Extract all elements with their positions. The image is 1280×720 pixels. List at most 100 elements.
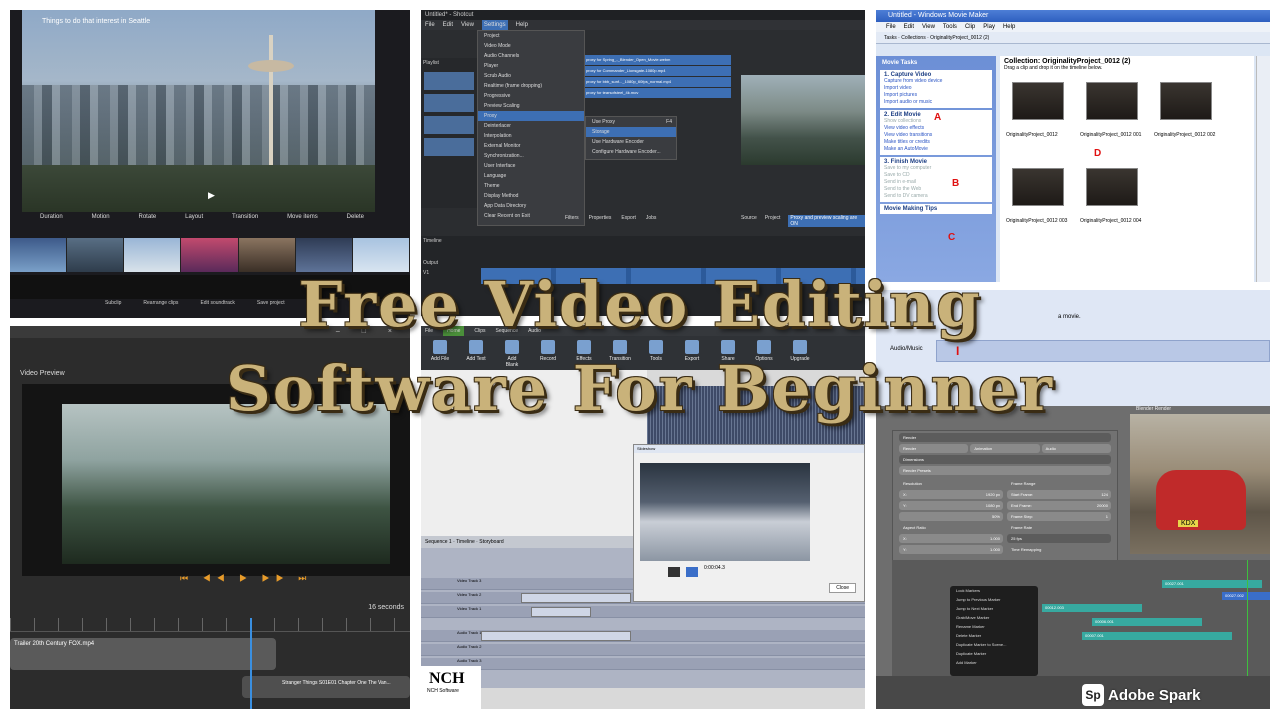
menu-play[interactable]: Play xyxy=(983,22,995,32)
menu-item[interactable]: Audio Channels xyxy=(478,51,584,61)
frame-step-field[interactable]: Frame Step: 1 xyxy=(1007,512,1111,521)
menu-item[interactable]: Scrub Audio xyxy=(478,71,584,81)
menu-item[interactable]: Project xyxy=(478,31,584,41)
menu-item[interactable]: Display Method xyxy=(478,191,584,201)
tool-duration[interactable]: Duration xyxy=(40,214,63,236)
seq-strip[interactable]: 00012.003 xyxy=(1042,604,1142,612)
playlist-item[interactable] xyxy=(424,94,474,112)
task-link[interactable]: Import pictures xyxy=(884,92,988,99)
menu-item[interactable]: User Interface xyxy=(478,161,584,171)
menu-item[interactable]: Progressive xyxy=(478,91,584,101)
menu-item[interactable]: Player xyxy=(478,61,584,71)
menu-item[interactable]: Interpolation xyxy=(478,131,584,141)
job-row[interactable]: Make proxy for tearsofsteel_4k.mov xyxy=(571,88,731,98)
clip-thumb[interactable] xyxy=(10,238,68,272)
menu-item[interactable]: Jump to Next Marker xyxy=(950,604,1038,613)
menu-edit[interactable]: Edit xyxy=(904,22,914,32)
tab-source[interactable]: Source xyxy=(741,215,757,227)
fps-select[interactable]: 25 fps xyxy=(1007,534,1111,543)
menu-item[interactable]: Grab/Move Marker xyxy=(950,613,1038,622)
clip-thumbnail[interactable] xyxy=(1086,82,1138,120)
time-ruler[interactable] xyxy=(10,618,410,632)
collection-select[interactable]: OriginalityProject_0012 (2) xyxy=(930,35,989,41)
menu-item[interactable]: Delete Marker xyxy=(950,631,1038,640)
track-row[interactable]: Video Track 1 xyxy=(421,606,865,618)
tool-motion[interactable]: Motion xyxy=(92,214,110,236)
job-row[interactable]: Make proxy for Spring_-_Blender_Open_Mov… xyxy=(571,55,731,65)
timeline-clip[interactable] xyxy=(481,631,631,641)
timeline-clip[interactable] xyxy=(521,593,631,603)
seq-strip[interactable]: 00027.002 xyxy=(1222,592,1270,600)
track-row[interactable]: Audio Track 3 xyxy=(421,658,865,670)
step-icon[interactable] xyxy=(686,567,698,577)
tool-rotate[interactable]: Rotate xyxy=(139,214,157,236)
res-y-field[interactable]: Y: 1080 px xyxy=(899,501,1003,510)
render-presets[interactable]: Render Presets xyxy=(899,466,1111,475)
menu-item[interactable]: Preview Scaling xyxy=(478,101,584,111)
menu-item[interactable]: Video Mode xyxy=(478,41,584,51)
seq-strip[interactable]: 00006.001 xyxy=(1092,618,1202,626)
tab-sequence-1[interactable]: Sequence 1 xyxy=(425,539,452,545)
menu-settings[interactable]: Settings xyxy=(481,20,508,30)
clip-thumb[interactable] xyxy=(238,238,296,272)
menu-item[interactable]: Language xyxy=(478,171,584,181)
menu-item-proxy[interactable]: Proxy xyxy=(478,111,584,121)
tab-jobs[interactable]: Jobs xyxy=(646,215,657,221)
configure-hw-encoder-item[interactable]: Configure Hardware Encoder... xyxy=(586,147,676,157)
menu-item[interactable]: Theme xyxy=(478,181,584,191)
timeline-clip[interactable]: Trailer 20th Century FOX.mp4 xyxy=(10,638,276,670)
tool-move-items[interactable]: Move items xyxy=(287,214,318,236)
tips-title[interactable]: Movie Making Tips xyxy=(884,206,988,212)
task-link[interactable]: Send to DV camera xyxy=(884,193,988,200)
menu-item[interactable]: Lock Markers xyxy=(950,586,1038,595)
tool-transition[interactable]: Transition xyxy=(232,214,258,236)
menu-item[interactable]: Synchronization... xyxy=(478,151,584,161)
clip-thumbnail[interactable] xyxy=(1012,82,1064,120)
playlist-item[interactable] xyxy=(424,116,474,134)
menu-file[interactable]: File xyxy=(886,22,896,32)
track-row[interactable]: Audio Track 2 xyxy=(421,644,865,656)
res-x-field[interactable]: X: 1920 px xyxy=(899,490,1003,499)
playhead[interactable] xyxy=(250,618,252,709)
tab-properties[interactable]: Properties xyxy=(589,215,612,221)
task-link[interactable]: Import video xyxy=(884,85,988,92)
transport-controls[interactable]: ⏮ ◀◀ ▶ ▶▶ ⏭ xyxy=(180,573,312,584)
menu-item[interactable]: Jump to Previous Marker xyxy=(950,595,1038,604)
timeline-clip[interactable] xyxy=(531,607,591,617)
job-row[interactable]: Make proxy for bbb_sunf..._1080p_60fps_n… xyxy=(571,77,731,87)
aspect-y-field[interactable]: Y: 1.000 xyxy=(899,545,1003,554)
task-link[interactable]: Save to CD xyxy=(884,172,988,179)
tab-project[interactable]: Project xyxy=(765,215,781,227)
menu-view[interactable]: View xyxy=(922,22,935,32)
use-proxy-item[interactable]: Use Proxy F4 xyxy=(586,117,676,127)
menu-item[interactable]: Add Marker xyxy=(950,658,1038,667)
scrollbar[interactable] xyxy=(1256,56,1270,282)
task-link[interactable]: Send to the Web xyxy=(884,186,988,193)
tab-storyboard[interactable]: Storyboard xyxy=(479,539,503,545)
playlist-item[interactable] xyxy=(424,72,474,90)
clip-strip[interactable] xyxy=(10,238,410,272)
clip-thumb[interactable] xyxy=(295,238,353,272)
menu-item[interactable]: External Monitor xyxy=(478,141,584,151)
task-link[interactable]: Capture from video device xyxy=(884,78,988,85)
menu-item[interactable]: Rename Marker xyxy=(950,622,1038,631)
tab-filters[interactable]: Filters xyxy=(565,215,579,221)
playhead[interactable] xyxy=(1247,560,1248,676)
menu-item[interactable]: Realtime (frame dropping) xyxy=(478,81,584,91)
clip-thumb[interactable] xyxy=(181,238,239,272)
pause-icon[interactable] xyxy=(668,567,680,577)
clip-thumb[interactable] xyxy=(124,238,182,272)
tab-render[interactable]: Render xyxy=(899,444,969,453)
menu-item[interactable]: App Data Directory xyxy=(478,201,584,211)
section-dimensions[interactable]: Dimensions xyxy=(899,455,1111,464)
collections-button[interactable]: Collections xyxy=(901,35,925,41)
task-link[interactable]: Import audio or music xyxy=(884,99,988,106)
play-icon[interactable]: ▶ xyxy=(208,190,215,201)
menu-tools[interactable]: Tools xyxy=(943,22,957,32)
storage-item[interactable]: Storage xyxy=(586,127,676,137)
tool-delete[interactable]: Delete xyxy=(347,214,364,236)
menu-help[interactable]: Help xyxy=(516,20,528,30)
tab-timeline[interactable]: Timeline xyxy=(456,539,475,545)
res-percent-field[interactable]: 50% xyxy=(899,512,1003,521)
timeline-clip[interactable]: Stranger Things S01E01 Chapter One The V… xyxy=(242,676,410,698)
